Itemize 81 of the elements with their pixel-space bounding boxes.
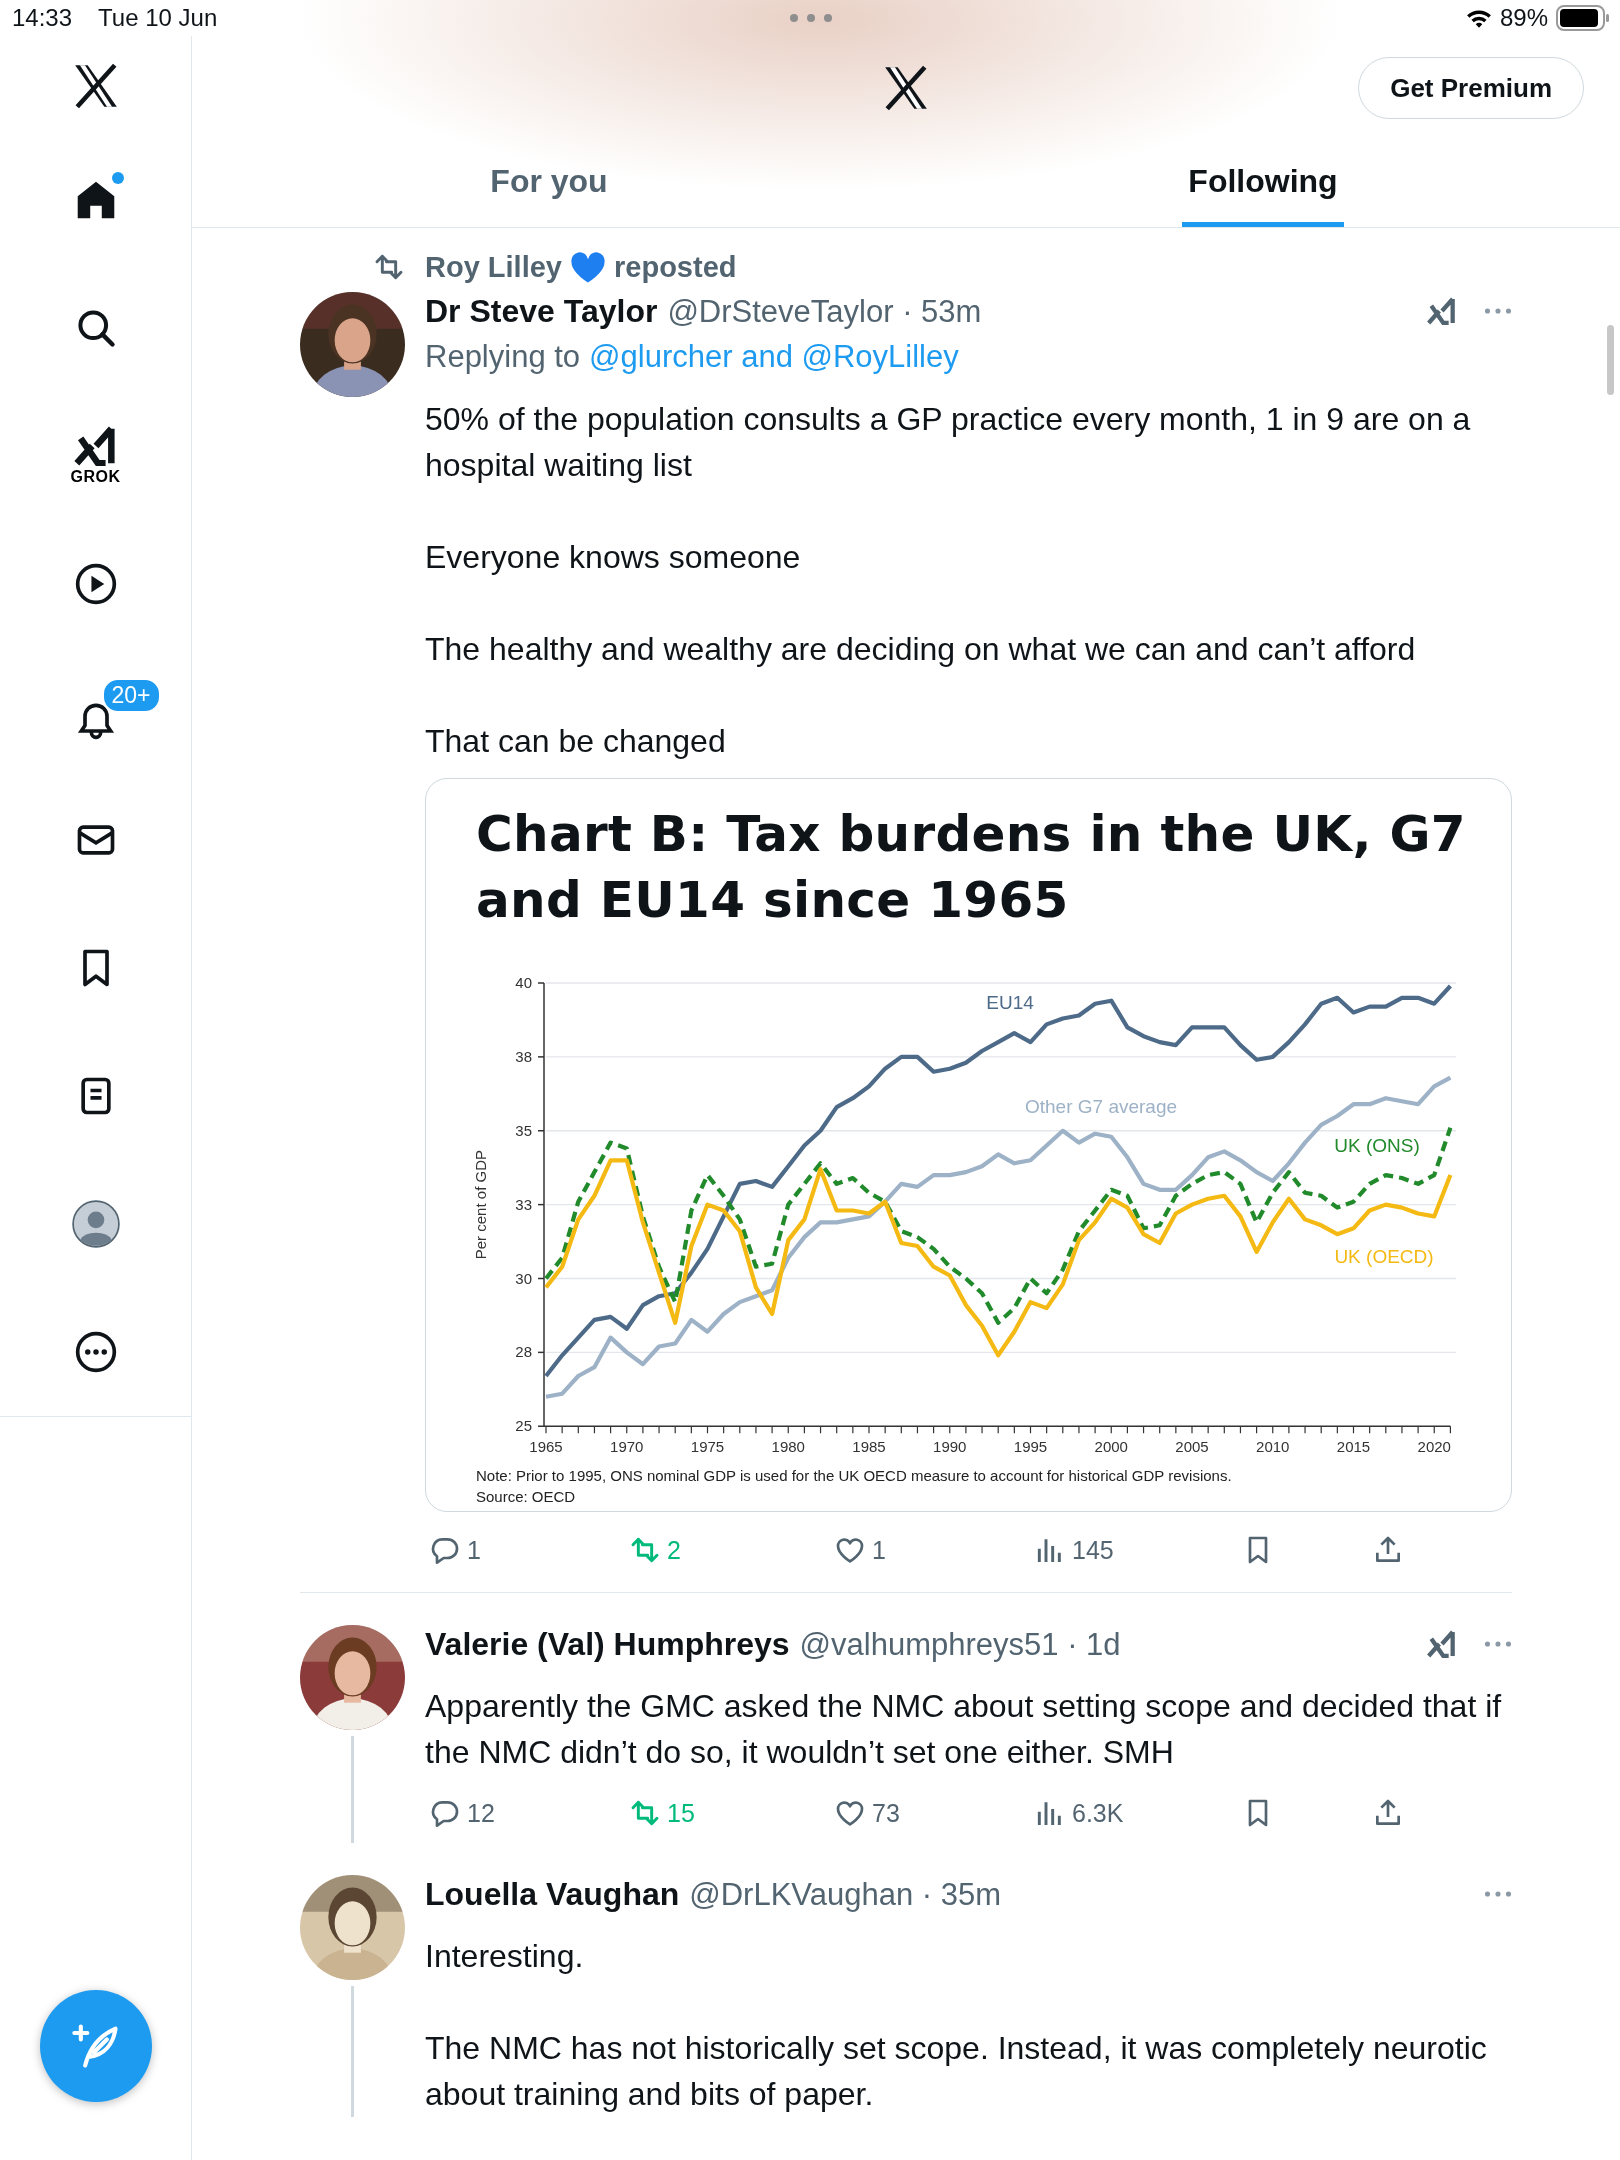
tweet-text: Interesting. (425, 1937, 585, 1976)
more-icon[interactable] (1484, 1890, 1512, 1898)
tweet-text: The NMC has not historically set scope. Instead, it was completely neurotic about training and bits of paper. (425, 2029, 1488, 2114)
author-name[interactable]: Louella Vaughan (425, 1875, 680, 1913)
grok-label: GROK (70, 468, 121, 486)
more-dots-icon[interactable] (789, 13, 833, 23)
notification-badge: 20+ (101, 678, 161, 713)
chart-title: Chart B: Tax burdens in the UK, G7 and EU14 since 1965 (475, 804, 1467, 931)
status-time: 14:33 (12, 4, 73, 32)
action-count: 1 (872, 1535, 886, 1565)
tick-label: 1965 (529, 1438, 563, 1456)
reply-button[interactable]: 1 (425, 1530, 485, 1570)
play-icon (73, 562, 118, 606)
grok-icon[interactable] (1426, 1630, 1458, 1658)
views-button[interactable]: 145 (1030, 1530, 1118, 1570)
series-label: EU14 (986, 992, 1034, 1013)
chart-source: Source: OECD (476, 1488, 576, 1505)
tick-label: 33 (515, 1195, 532, 1213)
tick-label: 35 (515, 1121, 532, 1139)
replying-label: Replying to (425, 338, 581, 376)
tick-label: 1970 (610, 1438, 644, 1456)
tick-label: 40 (515, 974, 532, 991)
repost-label: reposted (614, 250, 737, 284)
tick-label: 38 (515, 1047, 532, 1065)
action-count: 15 (667, 1798, 695, 1828)
tick-label: 2000 (1094, 1438, 1128, 1456)
action-count: 2 (667, 1535, 681, 1565)
tick-label: 2015 (1336, 1438, 1371, 1456)
reply-button[interactable]: 12 (425, 1793, 499, 1833)
tick-label: 28 (515, 1343, 532, 1361)
action-count: 73 (872, 1798, 900, 1828)
action-count: 1 (467, 1535, 481, 1565)
grok-icon[interactable] (1426, 297, 1458, 325)
repost-author[interactable]: Roy Lilley (425, 250, 562, 284)
tick-label: 2010 (1256, 1438, 1290, 1456)
tick-label: 1975 (690, 1438, 725, 1456)
grok-button[interactable]: GROK (66, 422, 125, 490)
chart-note: Note: Prior to 1995, ONS nominal GDP is used for the UK OECD measure to account for historical GDP revisions. (476, 1467, 1232, 1484)
action-count: 12 (467, 1798, 495, 1828)
battery-percent: 89% (1499, 4, 1548, 32)
series-label: UK (OECD) (1334, 1246, 1434, 1267)
views-button[interactable]: 6.3K (1030, 1793, 1128, 1833)
tweet-text: Apparently the GMC asked the NMC about setting scope and decided that if the NMC didn’t do so, it wouldn’t set one either. SMH (425, 1687, 1503, 1772)
tweet-text: That can be changed (425, 722, 727, 761)
tweet-text: 50% of the population consults a GP practice every month, 1 in 9 are on a hospital waiting list (425, 400, 1472, 485)
avatar-icon (70, 1199, 121, 1249)
author-name[interactable]: Valerie (Val) Humphreys (425, 1625, 790, 1663)
more-icon (73, 1330, 118, 1374)
feed-tab[interactable]: Following (1182, 140, 1344, 227)
chart-card[interactable] (425, 778, 1512, 1512)
author-name[interactable]: Dr Steve Taylor (425, 292, 658, 330)
series-label: UK (ONS) (1334, 1135, 1420, 1156)
like-button[interactable]: 1 (830, 1530, 890, 1570)
tick-label: 25 (515, 1417, 532, 1435)
tick-label: 2005 (1175, 1438, 1209, 1456)
scroll-indicator (1607, 325, 1614, 395)
more-icon[interactable] (1484, 307, 1512, 315)
tweet-text: The healthy and wealthy are deciding on what we can and can’t afford (425, 630, 1417, 669)
tweet-text: Everyone knows someone (425, 538, 802, 577)
axis-title: Per cent of GDP (472, 1150, 489, 1260)
like-button[interactable]: 73 (830, 1793, 904, 1833)
author-handle[interactable]: @valhumphreys51 · 1d (799, 1626, 1121, 1663)
action-count: 145 (1072, 1535, 1114, 1565)
get-premium-button[interactable]: Get Premium (1358, 57, 1584, 119)
tick-label: 1985 (852, 1438, 886, 1456)
tick-label: 1990 (933, 1438, 967, 1456)
series-label: Other G7 average (1024, 1096, 1178, 1117)
action-count: 6.3K (1072, 1798, 1124, 1828)
author-handle[interactable]: @DrLKVaughan · 35m (689, 1876, 1002, 1913)
tick-label: 30 (515, 1269, 532, 1287)
heart-icon (570, 250, 606, 284)
tick-label: 1995 (1013, 1438, 1048, 1456)
status-date: Tue 10 Jun (98, 4, 218, 32)
tick-label: 2020 (1417, 1438, 1451, 1456)
tick-label: 1980 (771, 1438, 805, 1456)
compose-button[interactable] (40, 1990, 152, 2102)
battery-icon (1556, 5, 1610, 31)
wifi-icon (1465, 8, 1492, 28)
more-icon[interactable] (1484, 1640, 1512, 1648)
feed-tab[interactable]: For you (484, 140, 614, 227)
author-handle[interactable]: @DrSteveTaylor · 53m (667, 293, 982, 330)
